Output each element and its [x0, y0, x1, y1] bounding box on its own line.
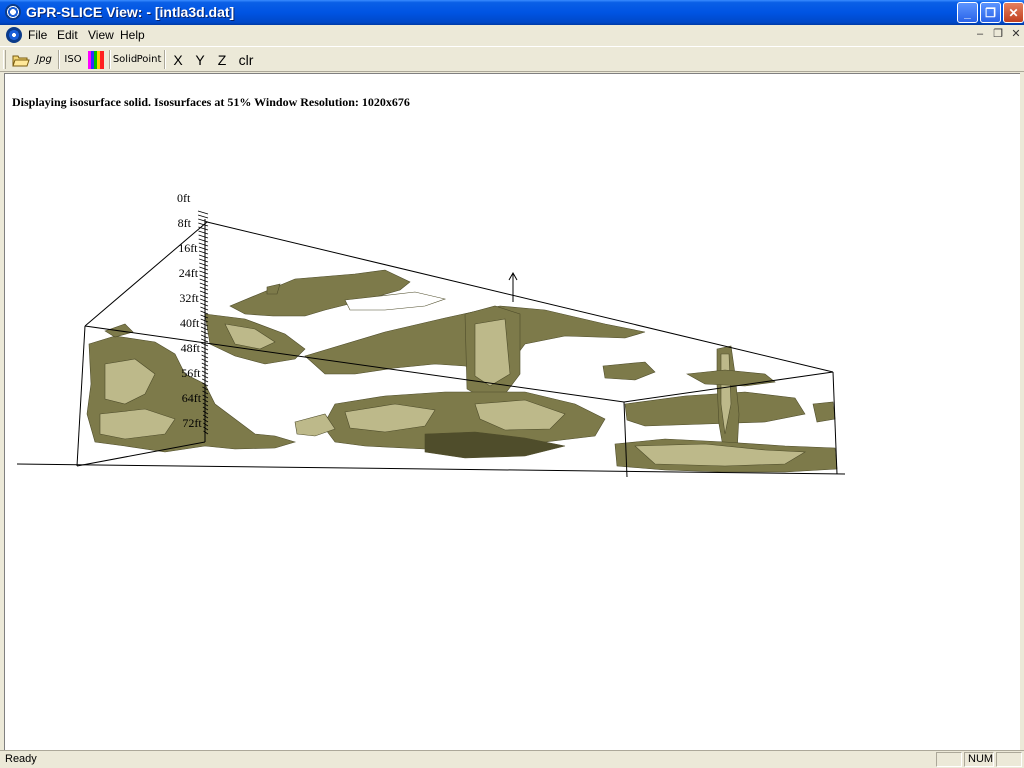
isosurface-blob — [474, 318, 511, 387]
color-palette-button[interactable] — [86, 49, 106, 70]
viewer-canvas[interactable]: 0ft 8ft 16ft 24ft 32ft 40ft 48ft 56ft 64ft 72ft D… — [4, 73, 1020, 750]
depth-tick — [199, 270, 209, 275]
depth-tick — [198, 246, 209, 251]
depth-tick — [199, 266, 209, 271]
depth-tick — [200, 302, 209, 307]
depth-tick — [198, 218, 209, 223]
z-axis-button[interactable]: Z — [212, 49, 232, 70]
depth-tick — [200, 310, 209, 315]
status-bar: Ready NUM — [0, 750, 1024, 768]
status-pane-scrl — [996, 752, 1022, 767]
menu-bar: File Edit View Help – ❐ ✕ — [0, 25, 1024, 45]
toolbar-separator — [58, 50, 60, 69]
title-bar[interactable]: GPR-SLICE View: - [intla3d.dat] _ ❐ ✕ — [0, 0, 1024, 25]
menu-edit[interactable]: Edit — [57, 28, 78, 42]
x-axis-button[interactable]: X — [168, 49, 188, 70]
mdi-restore-icon[interactable]: ❐ — [990, 27, 1006, 42]
close-icon: ✕ — [1008, 5, 1019, 20]
jpg-export-button[interactable]: Jpg — [34, 49, 54, 70]
depth-tick — [198, 250, 209, 255]
y-label: Y — [195, 51, 205, 68]
point-button[interactable]: Point — [136, 49, 162, 70]
x-label: X — [173, 51, 183, 68]
depth-tick — [198, 234, 209, 239]
toolbar-grip[interactable] — [3, 50, 6, 69]
isosurface-blob — [602, 361, 656, 381]
document-icon[interactable] — [6, 27, 22, 43]
menu-view[interactable]: View — [88, 28, 114, 42]
clear-button[interactable]: clr — [234, 49, 258, 70]
depth-tick-label: 64ft — [182, 391, 202, 405]
application-window: GPR-SLICE View: - [intla3d.dat] _ ❐ ✕ Fi… — [0, 0, 1024, 768]
depth-tick — [199, 262, 209, 267]
status-pane-caps — [936, 752, 962, 767]
mdi-minimize-icon[interactable]: – — [972, 27, 988, 42]
depth-tick-label: 24ft — [179, 266, 199, 280]
depth-tick — [199, 278, 209, 283]
z-label: Z — [217, 51, 227, 68]
color-palette-icon — [88, 50, 104, 69]
depth-tick — [199, 294, 209, 299]
isosurface-3d-view[interactable]: 0ft 8ft 16ft 24ft 32ft 40ft 48ft 56ft 64ft 72ft — [5, 74, 1020, 750]
clr-label: clr — [238, 51, 254, 68]
menu-help[interactable]: Help — [120, 28, 145, 42]
depth-tick — [198, 242, 209, 247]
iso-button[interactable]: ISO — [62, 49, 84, 70]
point-label: Point — [136, 54, 162, 65]
depth-tick — [199, 258, 209, 263]
minimize-icon: _ — [964, 5, 971, 20]
toolbar-separator — [109, 50, 111, 69]
jpg-export-icon: Jpg — [36, 54, 52, 65]
mdi-close-icon[interactable]: ✕ — [1008, 27, 1024, 42]
num-indicator: NUM — [968, 753, 994, 765]
depth-tick-label: 72ft — [182, 416, 202, 430]
depth-tick-label: 32ft — [179, 291, 199, 305]
depth-tick — [197, 214, 209, 219]
solid-label: Solid — [112, 54, 138, 65]
render-info-text: Displaying isosurface solid. Isosurfaces… — [12, 95, 410, 109]
depth-tick-label: 48ft — [181, 341, 201, 355]
depth-tick-label: 16ft — [178, 241, 198, 255]
open-folder-icon — [12, 55, 30, 66]
depth-tick — [200, 306, 209, 311]
depth-tick — [200, 298, 209, 303]
isosurface-blob — [624, 391, 806, 427]
depth-tick — [199, 286, 209, 291]
depth-tick — [197, 210, 209, 215]
app-icon[interactable] — [5, 4, 21, 20]
solid-button[interactable]: Solid — [113, 49, 137, 70]
open-button[interactable] — [10, 49, 32, 70]
y-axis-button[interactable]: Y — [190, 49, 210, 70]
box-left-vertical-edge — [76, 325, 86, 467]
depth-tick-label: 56ft — [181, 366, 201, 380]
mdi-controls: – ❐ ✕ — [972, 27, 1024, 43]
maximize-icon: ❐ — [985, 5, 996, 20]
toolbar-separator — [164, 50, 166, 69]
depth-tick — [199, 290, 209, 295]
isosurface-blob — [686, 369, 776, 387]
minimize-button[interactable]: _ — [957, 2, 978, 23]
depth-tick — [198, 238, 209, 243]
depth-tick-label: 0ft — [177, 191, 191, 205]
depth-tick — [200, 326, 209, 331]
maximize-button[interactable]: ❐ — [980, 2, 1001, 23]
close-button[interactable]: ✕ — [1003, 2, 1024, 23]
depth-tick — [198, 230, 209, 235]
window-title: GPR-SLICE View: - [intla3d.dat] — [26, 4, 235, 20]
status-text: Ready — [5, 753, 37, 765]
iso-label: ISO — [64, 54, 82, 65]
isosurface-blob — [812, 401, 836, 423]
status-pane-num: NUM — [964, 752, 994, 767]
toolbar: Jpg ISO Solid Point X Y Z clr — [0, 46, 1024, 72]
depth-tick-label: 40ft — [180, 316, 200, 330]
menu-file[interactable]: File — [28, 28, 47, 42]
depth-tick — [199, 274, 209, 279]
depth-tick — [198, 254, 209, 259]
depth-tick — [199, 282, 209, 287]
depth-tick-label: 8ft — [178, 216, 192, 230]
